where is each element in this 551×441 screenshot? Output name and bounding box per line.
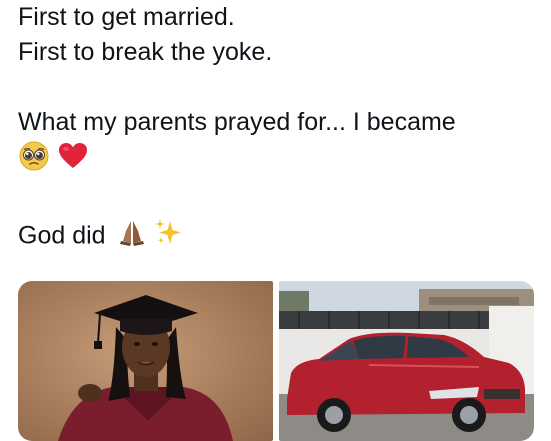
tweet-line-1: First to get married. [18,3,235,31]
tweet-body: First to get married. First to break the… [18,0,538,257]
media-grid [18,281,534,441]
sparkles-icon [153,217,183,257]
folded-hands-icon [117,217,147,257]
photo-car[interactable] [279,281,534,441]
graduation-portrait-photo [18,281,273,441]
pleading-face-icon [18,140,50,182]
god-did-text: God did [18,221,106,250]
red-sedan-car-photo [279,281,534,441]
tweet-emoji-line [18,140,538,182]
tweet-line-5: God did [18,217,538,257]
tweet-line-3: What my parents prayed for... I became [18,108,456,136]
tweet-line-2: First to break the yoke. [18,38,273,66]
photo-graduation[interactable] [18,281,273,441]
red-heart-icon [57,140,89,182]
